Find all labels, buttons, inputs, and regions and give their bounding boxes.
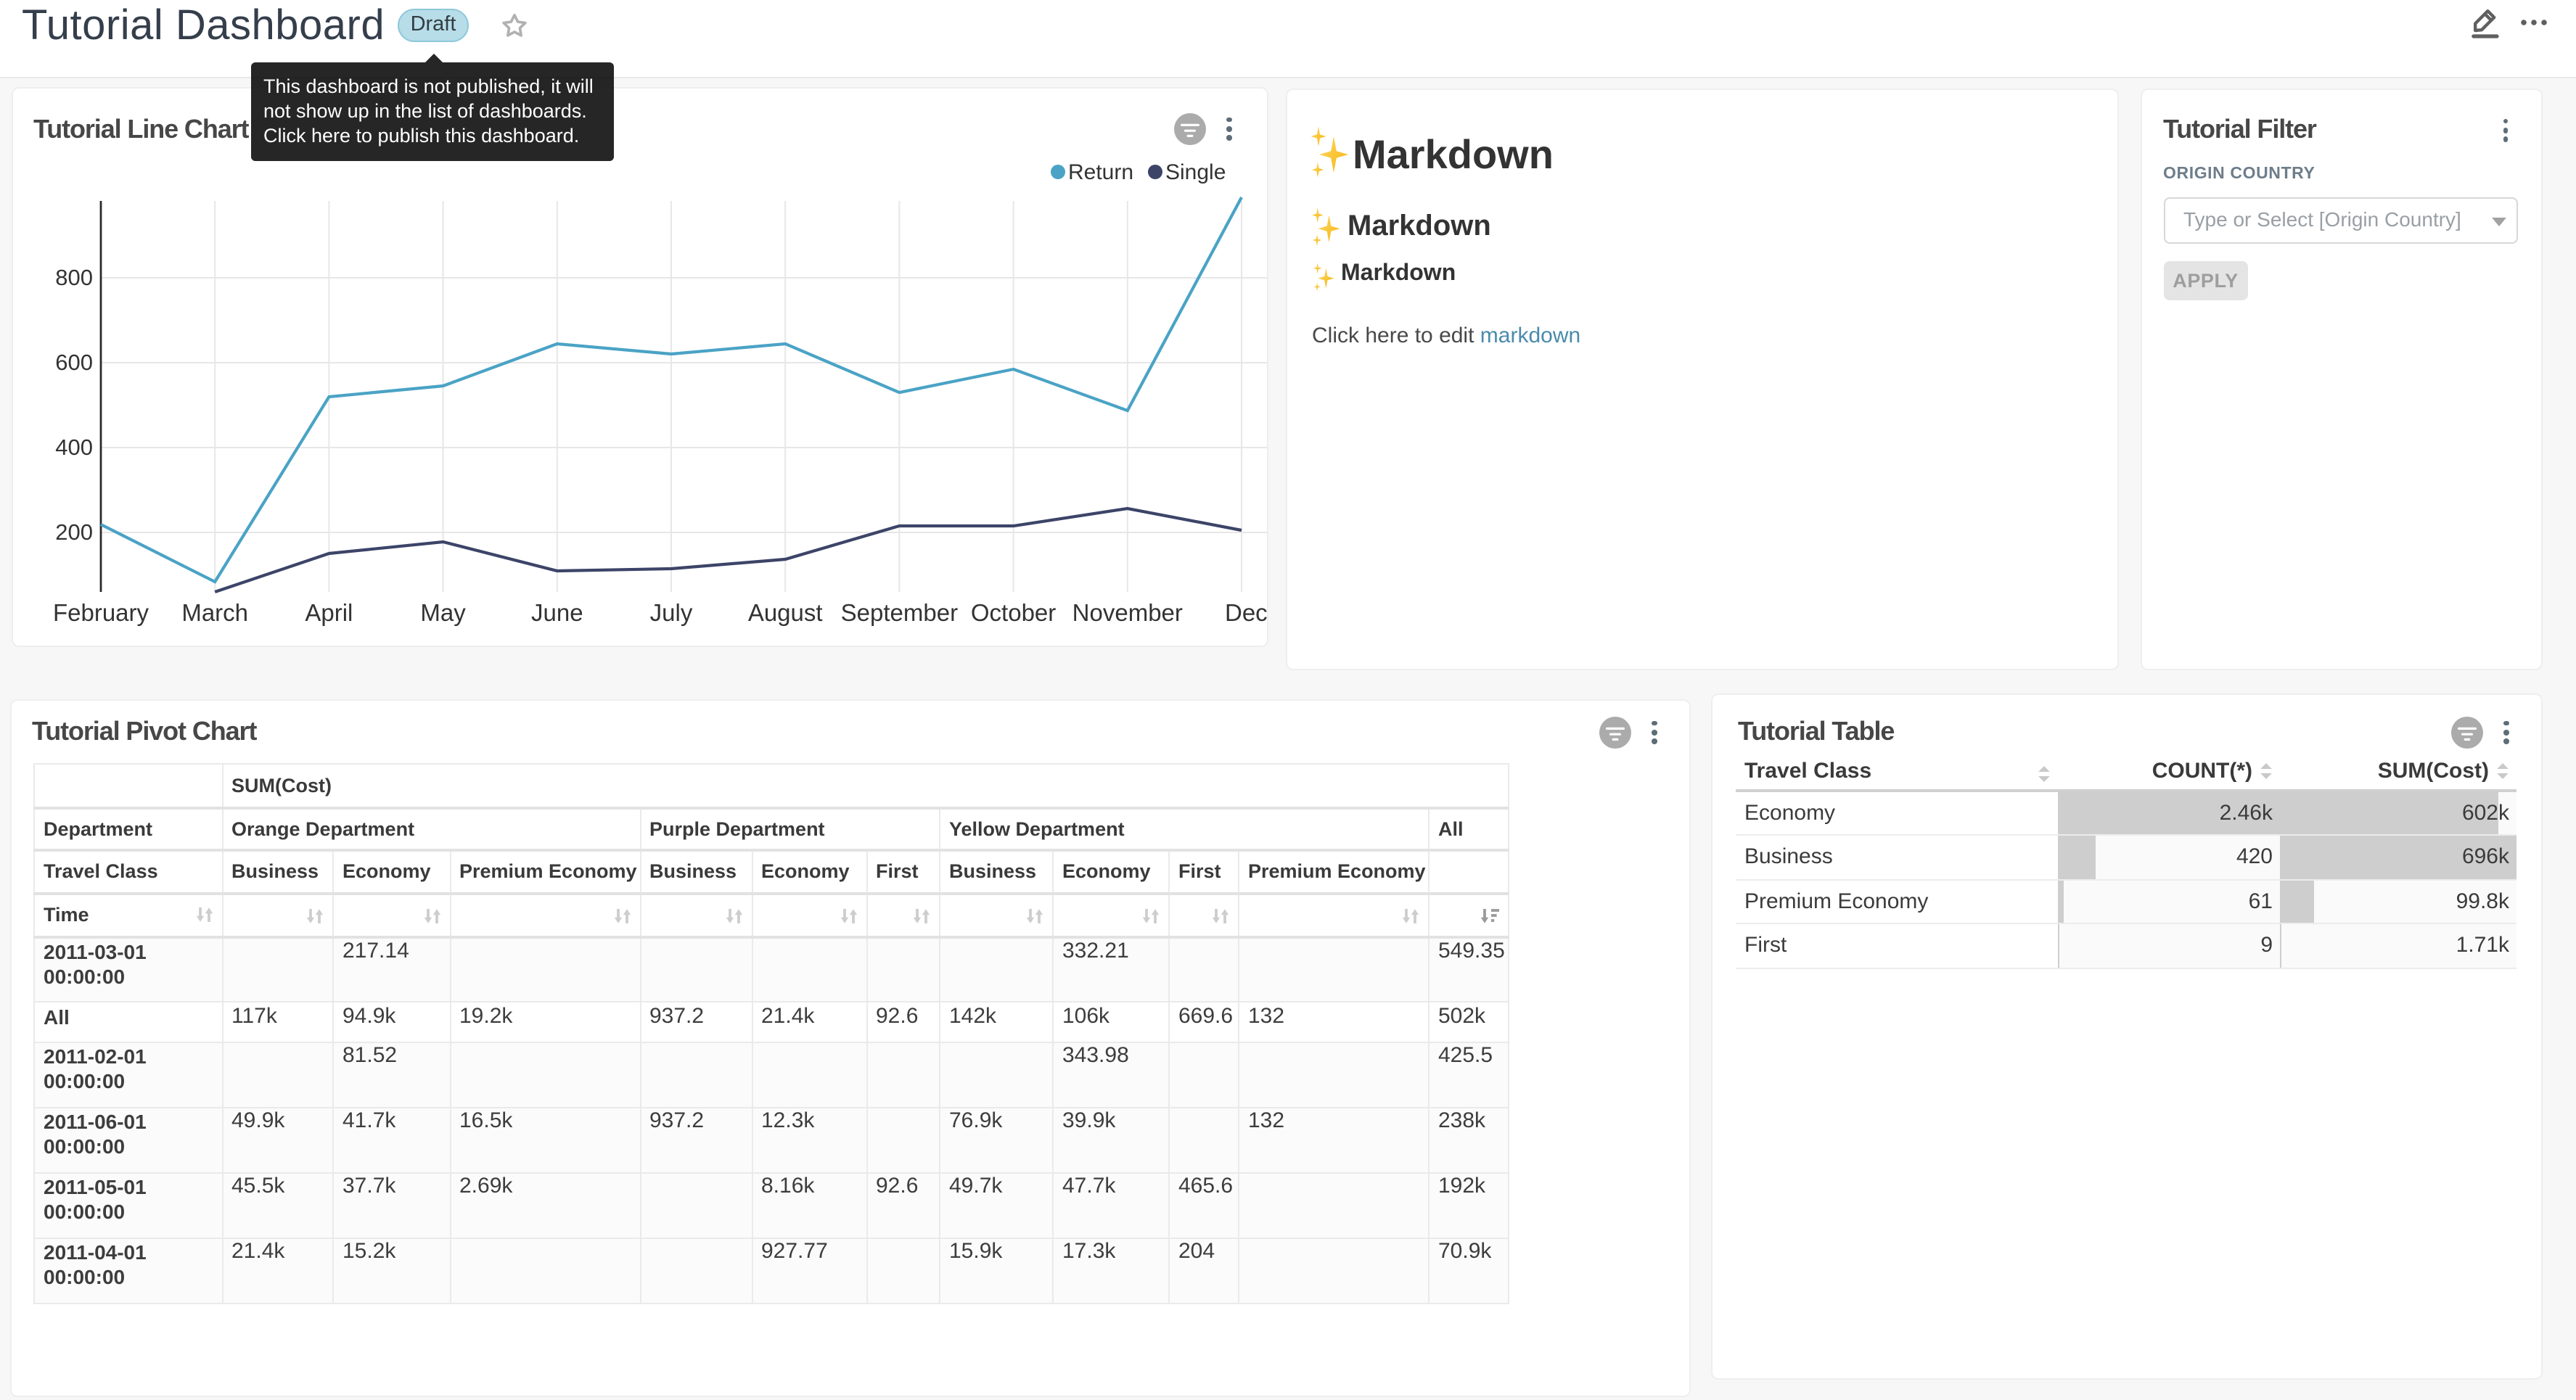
svg-text:February: February: [52, 599, 149, 626]
svg-text:November: November: [1072, 599, 1182, 626]
svg-text:April: April: [304, 599, 352, 626]
svg-text:400: 400: [54, 435, 92, 460]
svg-text:June: June: [530, 599, 583, 626]
svg-text:May: May: [419, 599, 465, 626]
svg-text:March: March: [181, 599, 247, 626]
svg-text:October: October: [970, 599, 1055, 626]
svg-text:800: 800: [54, 265, 92, 290]
svg-text:600: 600: [54, 350, 92, 375]
svg-text:July: July: [649, 599, 692, 626]
svg-text:December: December: [1224, 599, 1266, 626]
svg-text:Single: Single: [1165, 160, 1225, 184]
svg-text:August: August: [747, 599, 822, 626]
svg-text:Return: Return: [1067, 160, 1133, 184]
svg-text:September: September: [840, 599, 957, 626]
svg-text:200: 200: [54, 519, 92, 545]
